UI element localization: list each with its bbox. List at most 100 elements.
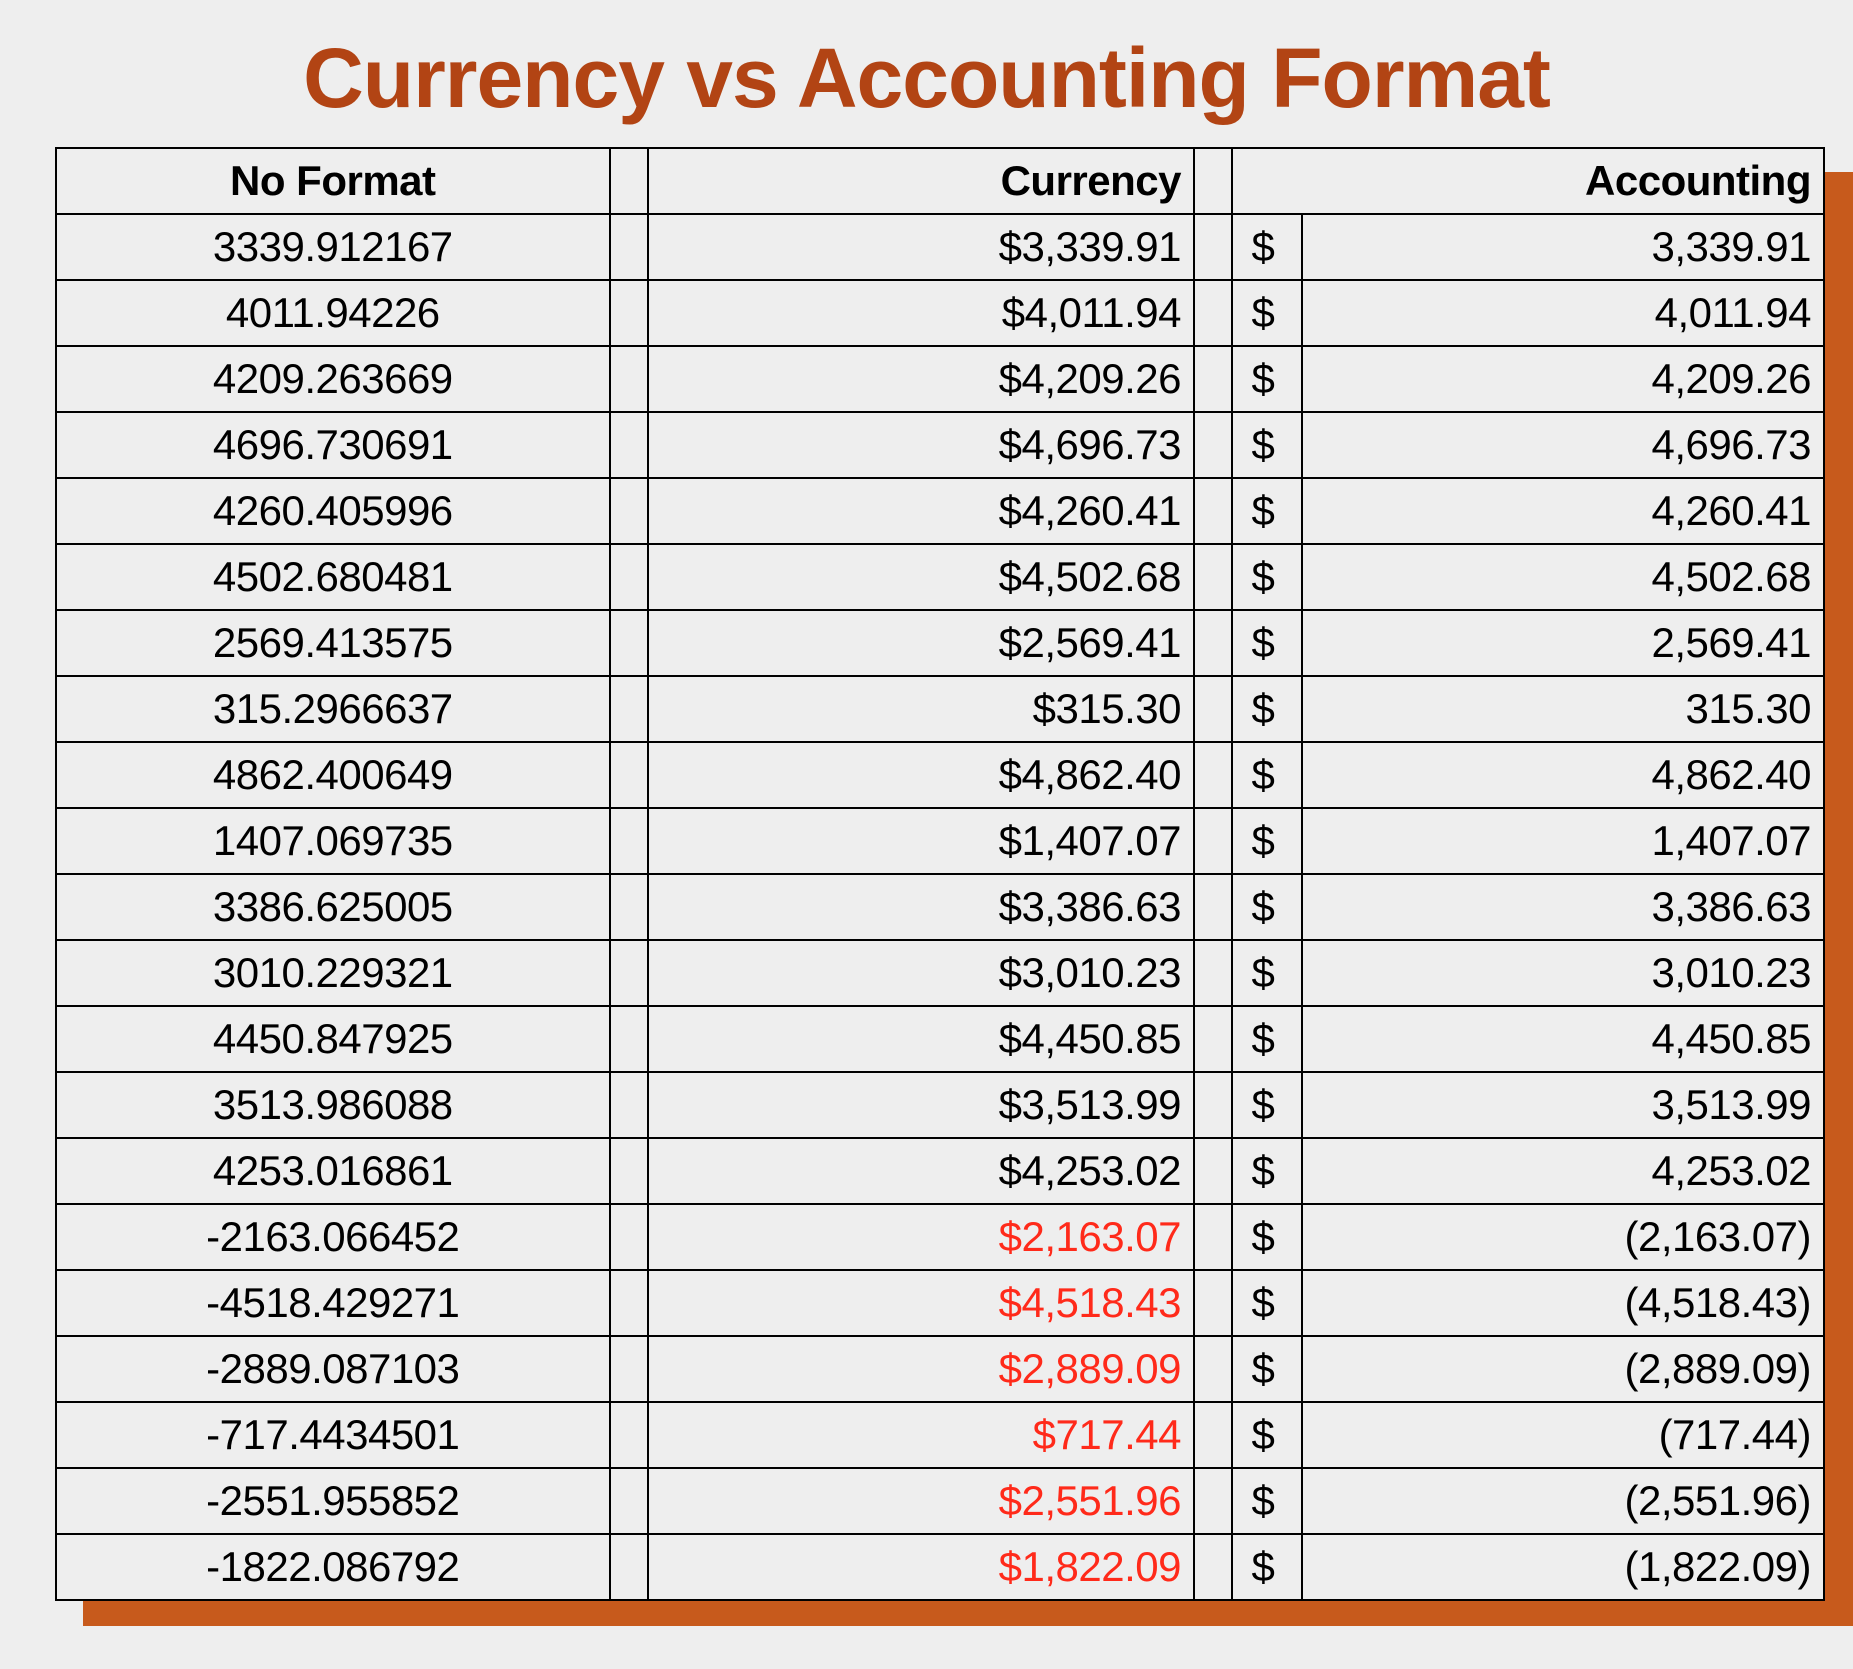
table-row: 4209.263669$4,209.26$4,209.26	[56, 346, 1824, 412]
page: Currency vs Accounting Format No Format …	[0, 0, 1853, 1669]
cell-gap	[610, 742, 648, 808]
table-row: -1822.086792$1,822.09$(1,822.09)	[56, 1534, 1824, 1600]
cell-noformat: -4518.429271	[56, 1270, 610, 1336]
cell-gap	[610, 280, 648, 346]
cell-gap	[610, 808, 648, 874]
cell-accounting-symbol: $	[1232, 1204, 1301, 1270]
cell-accounting-value: 3,513.99	[1302, 1072, 1824, 1138]
cell-accounting-symbol: $	[1232, 1534, 1301, 1600]
table-row: -2551.955852$2,551.96$(2,551.96)	[56, 1468, 1824, 1534]
cell-accounting-symbol: $	[1232, 214, 1301, 280]
cell-currency: $1,822.09	[648, 1534, 1194, 1600]
cell-noformat: -2889.087103	[56, 1336, 610, 1402]
table-row: 4253.016861$4,253.02$4,253.02	[56, 1138, 1824, 1204]
cell-accounting-symbol: $	[1232, 1468, 1301, 1534]
cell-accounting-symbol: $	[1232, 544, 1301, 610]
cell-noformat: 3010.229321	[56, 940, 610, 1006]
cell-gap	[610, 412, 648, 478]
cell-gap	[1194, 544, 1232, 610]
cell-gap	[1194, 1336, 1232, 1402]
cell-currency: $2,889.09	[648, 1336, 1194, 1402]
table-row: 4696.730691 $4,696.73 $4,696.73	[56, 412, 1824, 478]
cell-gap	[1194, 676, 1232, 742]
table-row: 3339.912167$3,339.91$3,339.91	[56, 214, 1824, 280]
cell-gap	[610, 214, 648, 280]
cell-gap	[1194, 280, 1232, 346]
table-row: -4518.429271 $4,518.43 $(4,518.43)	[56, 1270, 1824, 1336]
cell-accounting-symbol: $	[1232, 412, 1301, 478]
cell-accounting-value: 2,569.41	[1302, 610, 1824, 676]
cell-noformat: 4011.94226	[56, 280, 610, 346]
col-gap	[1194, 148, 1232, 214]
cell-noformat: -2551.955852	[56, 1468, 610, 1534]
cell-gap	[610, 1006, 648, 1072]
cell-gap	[610, 1138, 648, 1204]
cell-gap	[1194, 1072, 1232, 1138]
cell-noformat: 3513.986088	[56, 1072, 610, 1138]
cell-accounting-value: (4,518.43)	[1302, 1270, 1824, 1336]
cell-gap	[610, 1402, 648, 1468]
cell-gap	[1194, 1402, 1232, 1468]
cell-accounting-value: 4,260.41	[1302, 478, 1824, 544]
table-row: -2163.066452 $2,163.07 $(2,163.07)	[56, 1204, 1824, 1270]
table-row: -717.4434501$717.44$(717.44)	[56, 1402, 1824, 1468]
table-row: 3513.986088 $3,513.99 $3,513.99	[56, 1072, 1824, 1138]
cell-currency: $4,518.43	[648, 1270, 1194, 1336]
cell-noformat: 1407.069735	[56, 808, 610, 874]
table-row: 4260.405996$4,260.41$4,260.41	[56, 478, 1824, 544]
cell-gap	[610, 544, 648, 610]
cell-currency: $4,209.26	[648, 346, 1194, 412]
cell-accounting-symbol: $	[1232, 1270, 1301, 1336]
cell-currency: $3,339.91	[648, 214, 1194, 280]
cell-noformat: 315.2966637	[56, 676, 610, 742]
cell-gap	[1194, 874, 1232, 940]
cell-accounting-value: 4,502.68	[1302, 544, 1824, 610]
cell-noformat: -2163.066452	[56, 1204, 610, 1270]
table-row: 4862.400649$4,862.40$4,862.40	[56, 742, 1824, 808]
cell-accounting-symbol: $	[1232, 280, 1301, 346]
cell-currency: $4,696.73	[648, 412, 1194, 478]
table-row: 315.2966637$315.30$315.30	[56, 676, 1824, 742]
cell-gap	[1194, 1534, 1232, 1600]
table-row: 1407.069735$1,407.07$1,407.07	[56, 808, 1824, 874]
cell-currency: $717.44	[648, 1402, 1194, 1468]
cell-accounting-symbol: $	[1232, 1402, 1301, 1468]
cell-gap	[1194, 1006, 1232, 1072]
cell-accounting-value: (1,822.09)	[1302, 1534, 1824, 1600]
cell-currency: $4,253.02	[648, 1138, 1194, 1204]
col-gap	[610, 148, 648, 214]
cell-accounting-symbol: $	[1232, 940, 1301, 1006]
cell-accounting-symbol: $	[1232, 808, 1301, 874]
table-row: 3010.229321$3,010.23$3,010.23	[56, 940, 1824, 1006]
cell-currency: $2,569.41	[648, 610, 1194, 676]
cell-noformat: 3386.625005	[56, 874, 610, 940]
cell-noformat: 4696.730691	[56, 412, 610, 478]
cell-accounting-value: 4,696.73	[1302, 412, 1824, 478]
cell-accounting-symbol: $	[1232, 346, 1301, 412]
table-header-row: No Format Currency Accounting	[56, 148, 1824, 214]
cell-accounting-symbol: $	[1232, 874, 1301, 940]
cell-accounting-value: 4,862.40	[1302, 742, 1824, 808]
cell-gap	[1194, 478, 1232, 544]
table-row: 4011.94226$4,011.94$4,011.94	[56, 280, 1824, 346]
table-row: 2569.413575$2,569.41$2,569.41	[56, 610, 1824, 676]
cell-accounting-symbol: $	[1232, 1006, 1301, 1072]
cell-noformat: 4502.680481	[56, 544, 610, 610]
cell-gap	[610, 1204, 648, 1270]
cell-gap	[610, 346, 648, 412]
table-row: -2889.087103$2,889.09$(2,889.09)	[56, 1336, 1824, 1402]
cell-currency: $3,386.63	[648, 874, 1194, 940]
cell-currency: $3,513.99	[648, 1072, 1194, 1138]
cell-currency: $2,163.07	[648, 1204, 1194, 1270]
cell-accounting-symbol: $	[1232, 742, 1301, 808]
cell-accounting-symbol: $	[1232, 1072, 1301, 1138]
cell-currency: $4,260.41	[648, 478, 1194, 544]
cell-currency: $315.30	[648, 676, 1194, 742]
cell-accounting-value: (2,163.07)	[1302, 1204, 1824, 1270]
cell-accounting-symbol: $	[1232, 1336, 1301, 1402]
cell-accounting-symbol: $	[1232, 610, 1301, 676]
cell-gap	[1194, 1270, 1232, 1336]
cell-gap	[1194, 346, 1232, 412]
cell-accounting-symbol: $	[1232, 1138, 1301, 1204]
cell-gap	[610, 940, 648, 1006]
